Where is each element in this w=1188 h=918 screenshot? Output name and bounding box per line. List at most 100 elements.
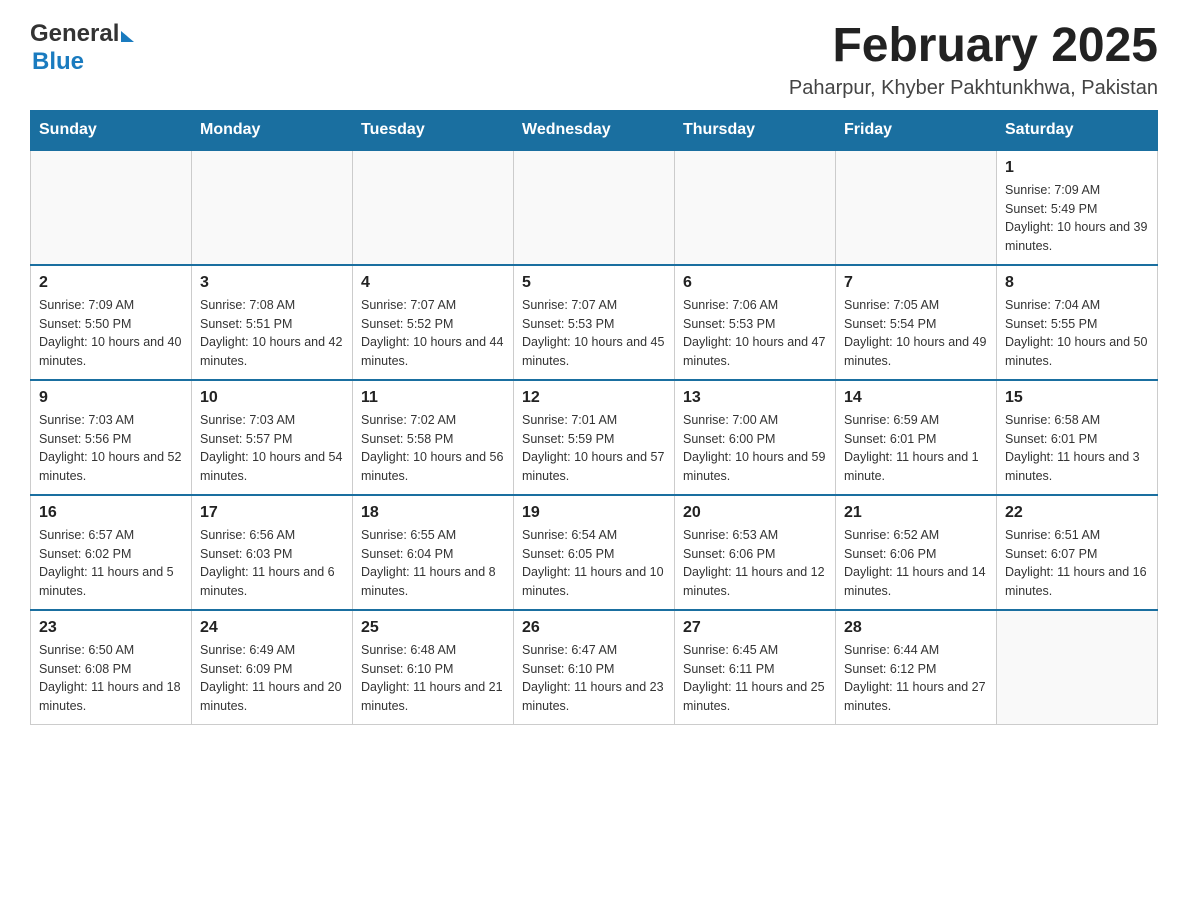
calendar-cell: 1 Sunrise: 7:09 AMSunset: 5:49 PMDaylight… (997, 150, 1158, 265)
logo-general-text: General (30, 20, 119, 48)
calendar-cell: 28Sunrise: 6:44 AMSunset: 6:12 PMDayligh… (836, 610, 997, 725)
calendar-subtitle: Paharpur, Khyber Pakhtunkhwa, Pakistan (789, 77, 1158, 100)
weekday-header-friday: Friday (836, 110, 997, 150)
calendar-cell: 5Sunrise: 7:07 AMSunset: 5:53 PMDaylight… (514, 265, 675, 380)
day-number: 17 (200, 504, 344, 522)
calendar-cell: 13 Sunrise: 7:00 AMSunset: 6:00 PMDayligh… (675, 380, 836, 495)
calendar-title: February 2025 (789, 20, 1158, 73)
day-info: Sunrise: 7:03 AMSunset: 5:57 PMDaylight:… (200, 411, 344, 486)
day-number: 4 (361, 274, 505, 292)
day-info: Sunrise: 6:50 AMSunset: 6:08 PMDaylight:… (39, 641, 183, 716)
calendar-body: 1 Sunrise: 7:09 AMSunset: 5:49 PMDaylight… (31, 150, 1158, 725)
week-row-1: 1 Sunrise: 7:09 AMSunset: 5:49 PMDaylight… (31, 150, 1158, 265)
day-info: Sunrise: 7:03 AMSunset: 5:56 PMDaylight:… (39, 411, 183, 486)
day-number: 22 (1005, 504, 1149, 522)
weekday-header-row: SundayMondayTuesdayWednesdayThursdayFrid… (31, 110, 1158, 150)
weekday-header-wednesday: Wednesday (514, 110, 675, 150)
day-info: Sunrise: 6:45 AMSunset: 6:11 PMDaylight:… (683, 641, 827, 716)
day-number: 28 (844, 619, 988, 637)
calendar-cell: 16 Sunrise: 6:57 AMSunset: 6:02 PMDayligh… (31, 495, 192, 610)
calendar-cell: 20Sunrise: 6:53 AMSunset: 6:06 PMDayligh… (675, 495, 836, 610)
calendar-cell: 23 Sunrise: 6:50 AMSunset: 6:08 PMDayligh… (31, 610, 192, 725)
calendar-cell: 3 Sunrise: 7:08 AMSunset: 5:51 PMDaylight… (192, 265, 353, 380)
weekday-header-sunday: Sunday (31, 110, 192, 150)
calendar-cell: 24Sunrise: 6:49 AMSunset: 6:09 PMDayligh… (192, 610, 353, 725)
day-number: 13 (683, 389, 827, 407)
day-info: Sunrise: 6:52 AMSunset: 6:06 PMDaylight:… (844, 526, 988, 601)
calendar-cell: 7Sunrise: 7:05 AMSunset: 5:54 PMDaylight… (836, 265, 997, 380)
weekday-header-saturday: Saturday (997, 110, 1158, 150)
day-number: 23 (39, 619, 183, 637)
day-info: Sunrise: 7:09 AMSunset: 5:49 PMDaylight:… (1005, 181, 1149, 256)
calendar-cell (514, 150, 675, 265)
calendar-cell: 4 Sunrise: 7:07 AMSunset: 5:52 PMDaylight… (353, 265, 514, 380)
calendar-cell: 22 Sunrise: 6:51 AMSunset: 6:07 PMDayligh… (997, 495, 1158, 610)
day-number: 2 (39, 274, 183, 292)
calendar-cell: 15Sunrise: 6:58 AMSunset: 6:01 PMDayligh… (997, 380, 1158, 495)
day-info: Sunrise: 7:09 AMSunset: 5:50 PMDaylight:… (39, 296, 183, 371)
weekday-header-thursday: Thursday (675, 110, 836, 150)
day-info: Sunrise: 7:00 AMSunset: 6:00 PMDaylight:… (683, 411, 827, 486)
day-info: Sunrise: 6:56 AMSunset: 6:03 PMDaylight:… (200, 526, 344, 601)
calendar-cell: 25 Sunrise: 6:48 AMSunset: 6:10 PMDayligh… (353, 610, 514, 725)
day-info: Sunrise: 6:57 AMSunset: 6:02 PMDaylight:… (39, 526, 183, 601)
calendar-table: SundayMondayTuesdayWednesdayThursdayFrid… (30, 110, 1158, 725)
page-header: General Blue February 2025 Paharpur, Khy… (30, 20, 1158, 100)
day-number: 8 (1005, 274, 1149, 292)
calendar-cell: 21 Sunrise: 6:52 AMSunset: 6:06 PMDayligh… (836, 495, 997, 610)
calendar-cell: 2 Sunrise: 7:09 AMSunset: 5:50 PMDaylight… (31, 265, 192, 380)
day-info: Sunrise: 6:51 AMSunset: 6:07 PMDaylight:… (1005, 526, 1149, 601)
day-info: Sunrise: 7:07 AMSunset: 5:53 PMDaylight:… (522, 296, 666, 371)
day-info: Sunrise: 6:49 AMSunset: 6:09 PMDaylight:… (200, 641, 344, 716)
day-number: 15 (1005, 389, 1149, 407)
day-number: 19 (522, 504, 666, 522)
day-info: Sunrise: 7:05 AMSunset: 5:54 PMDaylight:… (844, 296, 988, 371)
day-number: 18 (361, 504, 505, 522)
calendar-header: SundayMondayTuesdayWednesdayThursdayFrid… (31, 110, 1158, 150)
weekday-header-monday: Monday (192, 110, 353, 150)
day-number: 9 (39, 389, 183, 407)
week-row-4: 16 Sunrise: 6:57 AMSunset: 6:02 PMDayligh… (31, 495, 1158, 610)
day-number: 3 (200, 274, 344, 292)
day-info: Sunrise: 7:06 AMSunset: 5:53 PMDaylight:… (683, 296, 827, 371)
day-number: 11 (361, 389, 505, 407)
day-number: 6 (683, 274, 827, 292)
weekday-header-tuesday: Tuesday (353, 110, 514, 150)
week-row-5: 23 Sunrise: 6:50 AMSunset: 6:08 PMDayligh… (31, 610, 1158, 725)
day-info: Sunrise: 7:08 AMSunset: 5:51 PMDaylight:… (200, 296, 344, 371)
calendar-cell (997, 610, 1158, 725)
title-block: February 2025 Paharpur, Khyber Pakhtunkh… (789, 20, 1158, 100)
day-number: 26 (522, 619, 666, 637)
calendar-cell: 11 Sunrise: 7:02 AMSunset: 5:58 PMDayligh… (353, 380, 514, 495)
calendar-cell (192, 150, 353, 265)
calendar-cell: 26 Sunrise: 6:47 AMSunset: 6:10 PMDayligh… (514, 610, 675, 725)
calendar-cell (675, 150, 836, 265)
calendar-cell (31, 150, 192, 265)
day-number: 1 (1005, 159, 1149, 177)
calendar-cell: 12Sunrise: 7:01 AMSunset: 5:59 PMDayligh… (514, 380, 675, 495)
day-info: Sunrise: 6:55 AMSunset: 6:04 PMDaylight:… (361, 526, 505, 601)
calendar-cell: 18 Sunrise: 6:55 AMSunset: 6:04 PMDayligh… (353, 495, 514, 610)
day-number: 20 (683, 504, 827, 522)
day-number: 25 (361, 619, 505, 637)
day-info: Sunrise: 6:47 AMSunset: 6:10 PMDaylight:… (522, 641, 666, 716)
day-number: 21 (844, 504, 988, 522)
day-info: Sunrise: 7:04 AMSunset: 5:55 PMDaylight:… (1005, 296, 1149, 371)
calendar-cell: 8 Sunrise: 7:04 AMSunset: 5:55 PMDaylight… (997, 265, 1158, 380)
logo: General Blue (30, 20, 134, 76)
calendar-cell: 19 Sunrise: 6:54 AMSunset: 6:05 PMDayligh… (514, 495, 675, 610)
week-row-3: 9 Sunrise: 7:03 AMSunset: 5:56 PMDaylight… (31, 380, 1158, 495)
day-info: Sunrise: 7:01 AMSunset: 5:59 PMDaylight:… (522, 411, 666, 486)
day-info: Sunrise: 6:48 AMSunset: 6:10 PMDaylight:… (361, 641, 505, 716)
day-info: Sunrise: 6:54 AMSunset: 6:05 PMDaylight:… (522, 526, 666, 601)
day-number: 14 (844, 389, 988, 407)
logo-triangle-icon (121, 31, 134, 42)
day-number: 16 (39, 504, 183, 522)
calendar-cell (353, 150, 514, 265)
calendar-cell: 6 Sunrise: 7:06 AMSunset: 5:53 PMDaylight… (675, 265, 836, 380)
calendar-cell: 10Sunrise: 7:03 AMSunset: 5:57 PMDayligh… (192, 380, 353, 495)
day-info: Sunrise: 7:07 AMSunset: 5:52 PMDaylight:… (361, 296, 505, 371)
calendar-cell: 14Sunrise: 6:59 AMSunset: 6:01 PMDayligh… (836, 380, 997, 495)
day-info: Sunrise: 7:02 AMSunset: 5:58 PMDaylight:… (361, 411, 505, 486)
calendar-cell (836, 150, 997, 265)
